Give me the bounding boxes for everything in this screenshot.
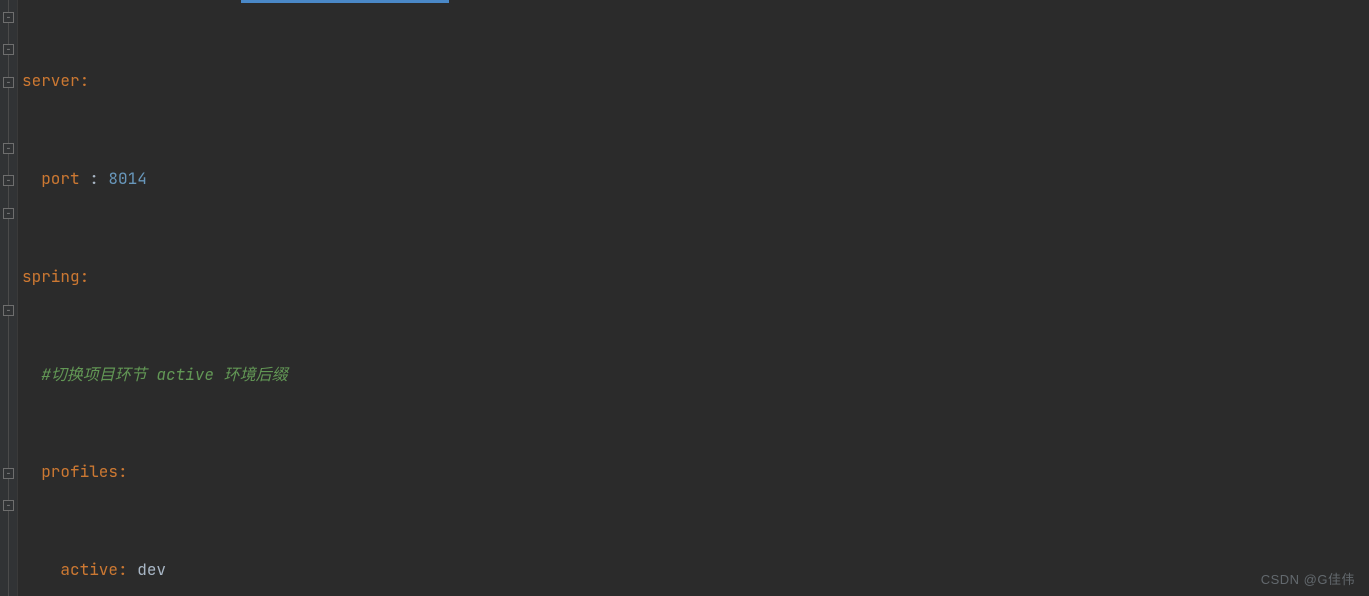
gutter: - - - - - - - - - — [0, 0, 18, 596]
separator: : — [80, 168, 109, 189]
yaml-key: spring — [22, 266, 80, 287]
fold-toggle-line14[interactable]: - — [3, 468, 14, 479]
comment-text: #切换项目环节 — [41, 364, 156, 385]
yaml-key: active — [60, 559, 118, 580]
code-editor: - - - - - - - - - server: port : 8014 sp… — [0, 0, 1369, 596]
yaml-key: server — [22, 70, 80, 91]
colon: : — [80, 266, 90, 287]
yaml-value-number: 8014 — [108, 168, 146, 189]
code-line: port : 8014 — [22, 163, 1365, 196]
fold-toggle-line15[interactable]: - — [3, 500, 14, 511]
yaml-comment: #切换项目环节 active 环境后缀 — [41, 364, 287, 385]
fold-toggle-line5[interactable]: - — [3, 143, 14, 154]
comment-text: 环境后缀 — [214, 364, 288, 385]
code-line: #切换项目环节 active 环境后缀 — [22, 359, 1365, 392]
yaml-value: dev — [137, 559, 166, 580]
code-line: active: dev — [22, 554, 1365, 587]
colon: : — [118, 461, 128, 482]
watermark: CSDN @G佳伟 — [1261, 569, 1355, 588]
colon: : — [118, 559, 137, 580]
yaml-key: port — [41, 168, 79, 189]
code-line: profiles: — [22, 456, 1365, 489]
fold-toggle-line6[interactable]: - — [3, 175, 14, 186]
fold-toggle-line10[interactable]: - — [3, 305, 14, 316]
yaml-key: profiles — [41, 461, 118, 482]
comment-emph: active — [156, 364, 214, 385]
colon: : — [80, 70, 90, 91]
fold-toggle-line3[interactable]: - — [3, 77, 14, 88]
code-line: server: — [22, 65, 1365, 98]
fold-toggle-line1[interactable]: - — [3, 12, 14, 23]
fold-toggle-line7[interactable]: - — [3, 208, 14, 219]
fold-toggle-line2[interactable]: - — [3, 44, 14, 55]
code-area[interactable]: server: port : 8014 spring: #切换项目环节 acti… — [18, 0, 1369, 596]
code-line: spring: — [22, 261, 1365, 294]
